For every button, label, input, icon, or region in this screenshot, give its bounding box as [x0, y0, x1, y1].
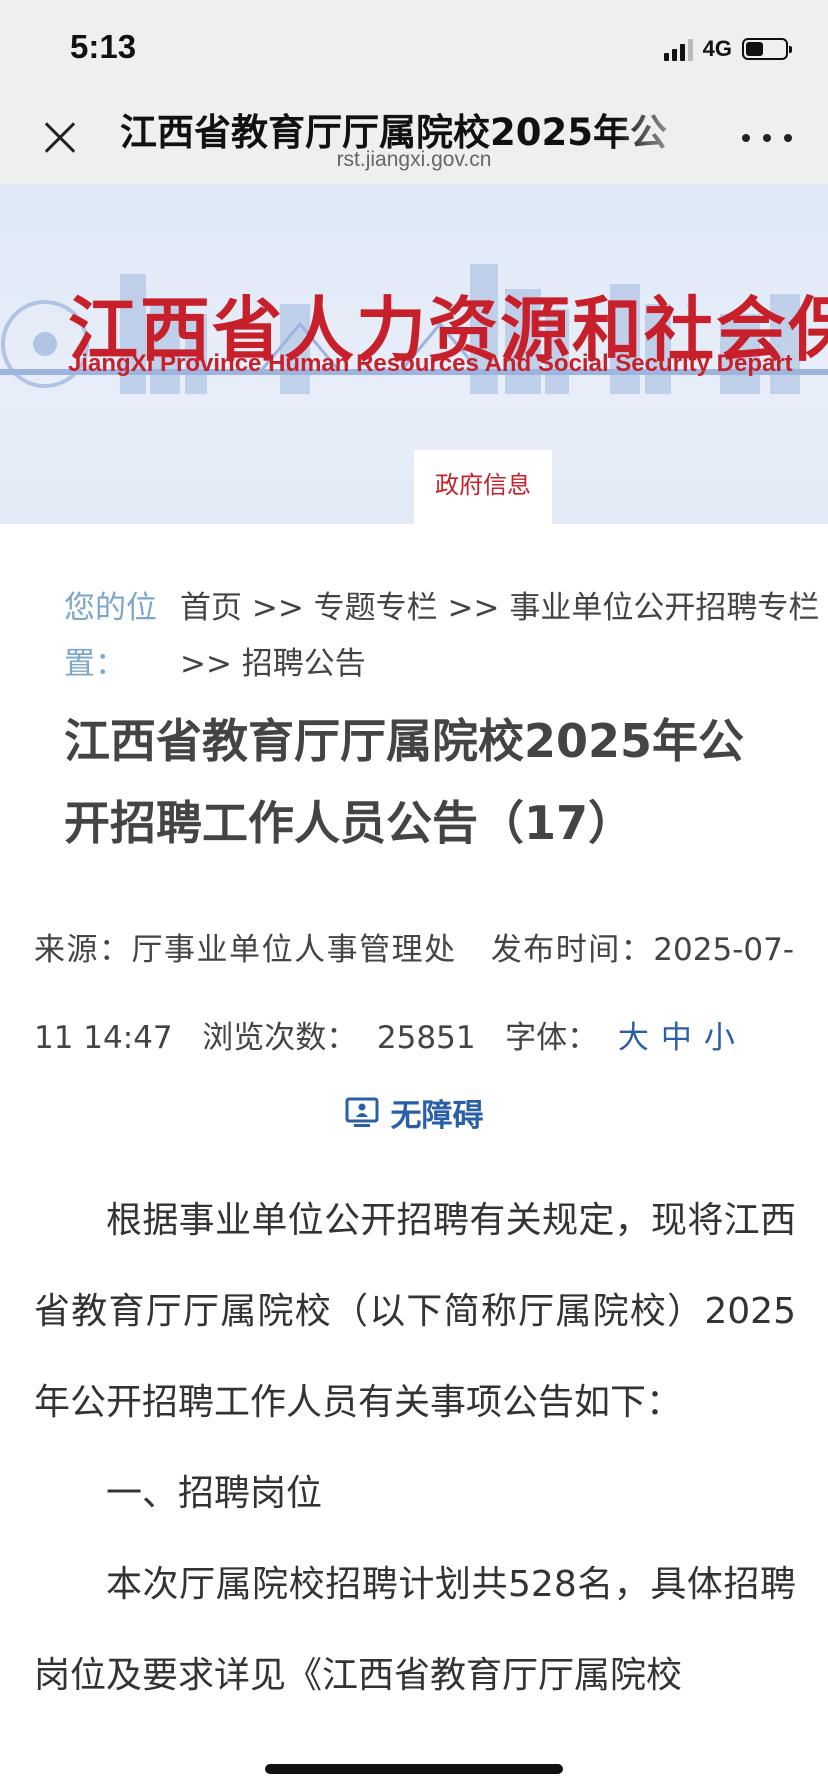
views-value: 25851	[376, 1020, 476, 1056]
accessibility-label: 无障碍	[390, 1098, 484, 1134]
more-options-icon[interactable]	[742, 128, 792, 148]
browser-nav-bar: 江西省教育厅厅属院校2025年公 rst.jiangxi.gov.cn	[0, 92, 828, 184]
source-label: 来源：	[34, 932, 132, 968]
page-url: rst.jiangxi.gov.cn	[336, 148, 492, 171]
status-bar: 5:13 4G	[0, 0, 828, 92]
status-time: 5:13	[70, 28, 137, 65]
tab-government-info[interactable]: 政府信息	[414, 450, 552, 544]
article-meta: 来源：厅事业单位人事管理处 发布时间：2025-07-11 14:47 浏览次数…	[34, 906, 794, 1082]
accessibility-icon	[345, 1097, 378, 1127]
home-indicator[interactable]	[265, 1764, 563, 1774]
battery-level	[746, 42, 764, 56]
paragraph: 根据事业单位公开招聘有关规定，现将江西省教育厅厅属院校（以下简称厅属院校）202…	[34, 1200, 796, 1423]
breadcrumb-label: 您的位置：	[64, 590, 157, 682]
font-label: 字体：	[505, 1020, 599, 1056]
tab-label: 政府信息	[435, 470, 531, 499]
accessibility-button[interactable]: 无障碍	[0, 1090, 828, 1135]
section-heading: 一、招聘岗位	[106, 1473, 323, 1514]
banner-title-en: JiangXi Province Human Resources And Soc…	[68, 350, 793, 377]
article-title: 江西省教育厅厅属院校2025年公开招聘工作人员公告（17）	[64, 714, 745, 850]
breadcrumb-path[interactable]: 首页 >> 专题专栏 >> 事业单位公开招聘专栏 >> 招聘公告	[180, 580, 820, 692]
paragraph: 本次厅属院校招聘计划共528名，具体招聘岗位及要求详见《江西省教育厅厅属院校	[34, 1564, 796, 1696]
signal-icon	[663, 37, 693, 61]
font-medium-button[interactable]: 中	[661, 1020, 692, 1056]
views-label: 浏览次数：	[202, 1020, 358, 1056]
network-type: 4G	[702, 36, 732, 61]
font-small-button[interactable]: 小	[704, 1020, 735, 1056]
article-body: 根据事业单位公开招聘有关规定，现将江西省教育厅厅属院校（以下简称厅属院校）202…	[34, 1175, 796, 1721]
source-value: 厅事业单位人事管理处	[131, 932, 457, 968]
battery-icon	[742, 38, 792, 60]
date-label: 发布时间：	[490, 932, 654, 968]
font-large-button[interactable]: 大	[618, 1020, 649, 1056]
status-icons: 4G	[663, 34, 792, 64]
